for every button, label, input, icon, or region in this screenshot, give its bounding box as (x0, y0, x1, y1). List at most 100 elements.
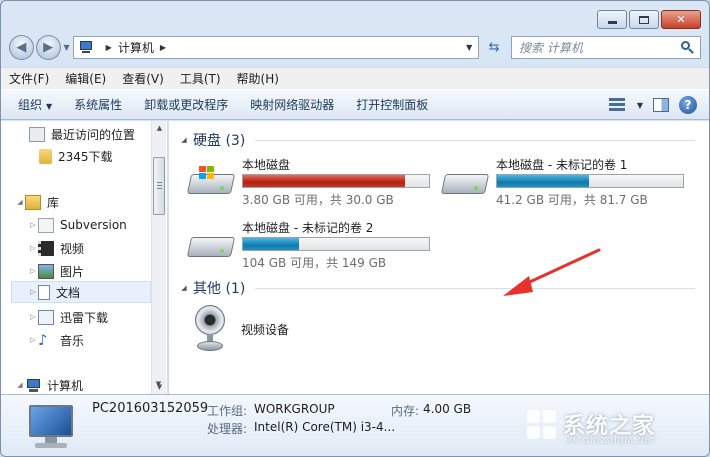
expand-icon[interactable]: ▷ (28, 313, 38, 321)
collapse-icon[interactable]: ◢ (179, 136, 189, 144)
folder-icon (39, 148, 52, 164)
maximize-button[interactable] (629, 10, 659, 29)
recent-places-icon (29, 126, 45, 142)
expand-icon[interactable]: ▷ (28, 288, 38, 296)
scroll-thumb[interactable] (153, 157, 165, 215)
refresh-button[interactable]: ⇆ (483, 36, 505, 59)
nav-scrollbar[interactable]: ▲ ▼ (151, 121, 166, 394)
group-divider (255, 140, 695, 141)
drive-size: 104 GB 可用，共 149 GB (242, 256, 387, 270)
drive-volume-2[interactable]: 本地磁盘 - 未标记的卷 2 104 GB 可用，共 149 GB (186, 219, 439, 270)
forward-arrow-icon: ▶ (43, 39, 54, 55)
nav-item-label: 2345下载 (58, 149, 113, 164)
drive-usage-fill (497, 175, 590, 187)
group-header-other[interactable]: ◢ 其他 (1) (179, 278, 245, 298)
nav-item-label: 图片 (60, 264, 85, 279)
address-dropdown-icon[interactable]: ▼ (466, 43, 472, 52)
forward-button[interactable]: ▶ (35, 34, 61, 60)
nav-item-xunlei-download[interactable]: ▷ 迅雷下载 (28, 306, 108, 328)
open-control-panel-button[interactable]: 打开控制面板 (356, 96, 428, 113)
video-device-label[interactable]: 视频设备 (241, 321, 289, 338)
nav-item-label: 视频 (60, 241, 85, 256)
expand-icon[interactable]: ▷ (28, 267, 38, 275)
subversion-icon (38, 217, 54, 233)
view-options-dropdown-icon[interactable]: ▼ (637, 101, 643, 110)
music-icon: ♪ (38, 330, 48, 349)
drive-usage-bar (242, 237, 430, 251)
back-arrow-icon: ◀ (16, 39, 27, 55)
nav-item-label: 音乐 (60, 333, 85, 348)
toolbar-right: ▼ ? (608, 96, 697, 114)
search-box[interactable]: 搜索 计算机 (511, 35, 701, 59)
group-title: 其他 (1) (193, 281, 246, 297)
computer-icon (25, 405, 77, 451)
menu-edit[interactable]: 编辑(E) (65, 70, 106, 87)
change-view-icon[interactable] (608, 98, 627, 112)
details-pane: PC201603152059 工作组: WORKGROUP 内存: 4.00 G… (1, 394, 709, 456)
nav-item-2345-download[interactable]: 2345下载 (39, 145, 113, 167)
nav-item-subversion[interactable]: ▷ Subversion (28, 214, 127, 236)
annotation-arrow-icon (503, 248, 601, 296)
drive-name: 本地磁盘 (242, 158, 291, 172)
menu-help[interactable]: 帮助(H) (237, 70, 279, 87)
close-button[interactable]: ✕ (661, 10, 701, 29)
breadcrumb-computer[interactable]: 计算机 (118, 39, 154, 56)
back-button[interactable]: ◀ (9, 34, 34, 60)
webcam-icon[interactable] (191, 303, 231, 355)
group-title: 硬盘 (3) (193, 133, 246, 149)
menu-view[interactable]: 查看(V) (122, 70, 164, 87)
nav-item-recent-places[interactable]: 最近访问的位置 (29, 123, 135, 145)
menu-bar: 文件(F) 编辑(E) 查看(V) 工具(T) 帮助(H) (1, 67, 709, 89)
collapse-icon[interactable]: ◢ (15, 381, 25, 389)
memory-value: 4.00 GB (423, 402, 472, 416)
expand-icon[interactable]: ▷ (28, 244, 38, 252)
watermark-logo-icon (527, 410, 559, 442)
command-bar: 组织 ▼ 系统属性 卸载或更改程序 映射网络驱动器 打开控制面板 ▼ ? (1, 89, 709, 120)
memory-label: 内存: (391, 404, 420, 418)
search-icon[interactable] (681, 40, 694, 54)
video-icon (38, 240, 54, 256)
group-header-hard-drives[interactable]: ◢ 硬盘 (3) (179, 130, 245, 150)
expand-icon[interactable]: ▷ (28, 336, 38, 344)
uninstall-program-button[interactable]: 卸载或更改程序 (144, 96, 228, 113)
menu-file[interactable]: 文件(F) (9, 70, 49, 87)
breadcrumb-separator-icon[interactable]: ▶ (160, 43, 166, 52)
nav-item-computer[interactable]: ◢ 计算机 (15, 374, 83, 396)
nav-item-music[interactable]: ▷ ♪ 音乐 (28, 329, 84, 351)
menu-tools[interactable]: 工具(T) (180, 70, 221, 87)
search-input[interactable]: 搜索 计算机 (519, 39, 583, 56)
scroll-up-icon[interactable]: ▲ (152, 121, 167, 135)
collapse-icon[interactable]: ◢ (179, 284, 189, 292)
title-controls: ✕ (597, 10, 701, 29)
drive-usage-bar (242, 174, 430, 188)
cpu-value: Intel(R) Core(TM) i3-4... (254, 420, 396, 434)
scroll-down-icon[interactable]: ▼ (151, 376, 166, 392)
xunlei-icon (38, 309, 54, 325)
watermark-logo: 系统之家 XITONGZHIJIA.NET (523, 406, 703, 450)
drive-volume-1[interactable]: 本地磁盘 - 未标记的卷 1 41.2 GB 可用，共 81.7 GB (440, 156, 693, 207)
address-bar[interactable]: ▶ 计算机 ▶ ▼ (72, 35, 480, 59)
nav-item-documents[interactable]: ▷ 文档 (11, 281, 151, 303)
map-network-drive-button[interactable]: 映射网络驱动器 (250, 96, 334, 113)
collapse-icon[interactable]: ◢ (15, 198, 25, 206)
minimize-button[interactable] (597, 10, 627, 29)
organize-label: 组织 (18, 98, 43, 112)
nav-item-pictures[interactable]: ▷ 图片 (28, 260, 84, 282)
nav-item-label: 库 (47, 195, 60, 210)
drive-name: 本地磁盘 - 未标记的卷 1 (496, 158, 628, 172)
expand-icon[interactable]: ▷ (28, 221, 38, 229)
organize-button[interactable]: 组织 ▼ (18, 96, 52, 113)
nav-item-label: 最近访问的位置 (51, 127, 136, 142)
drive-usage-fill (243, 175, 406, 187)
drive-c[interactable]: 本地磁盘 3.80 GB 可用，共 30.0 GB (186, 156, 439, 207)
drive-size: 3.80 GB 可用，共 30.0 GB (242, 193, 394, 207)
breadcrumb-separator-icon[interactable]: ▶ (106, 43, 112, 52)
system-properties-button[interactable]: 系统属性 (74, 96, 122, 113)
nav-item-libraries[interactable]: ◢ 库 (15, 191, 59, 213)
library-icon (25, 194, 41, 210)
documents-icon (38, 284, 50, 300)
preview-pane-icon[interactable] (653, 98, 669, 112)
help-icon[interactable]: ? (679, 96, 697, 114)
nav-item-videos[interactable]: ▷ 视频 (28, 237, 84, 259)
recent-pages-dropdown[interactable]: ▼ (64, 43, 70, 52)
